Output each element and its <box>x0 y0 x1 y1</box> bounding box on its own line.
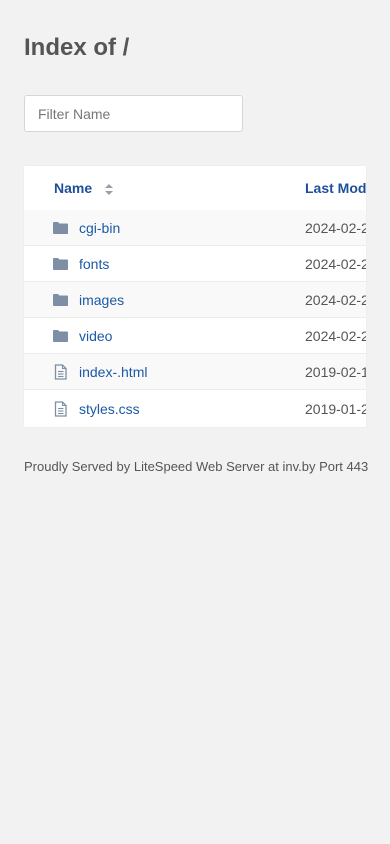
file-modified-date: 2019-02-1 <box>305 364 366 380</box>
name-column-header[interactable]: Name <box>54 180 92 196</box>
table-row[interactable]: video 2024-02-2 <box>24 318 366 354</box>
page-title: Index of / <box>24 34 130 61</box>
folder-icon <box>53 258 68 270</box>
last-modified-column-header[interactable]: Last Mod <box>305 180 366 196</box>
file-icon <box>54 364 67 380</box>
server-footer: Proudly Served by LiteSpeed Web Server a… <box>24 459 369 474</box>
table-row[interactable]: fonts 2024-02-2 <box>24 246 366 282</box>
directory-listing-page: Index of / Name Last Mod cgi-bin 2024-02… <box>0 0 390 844</box>
file-table: Name Last Mod cgi-bin 2024-02-2 fonts 20… <box>24 166 366 427</box>
folder-icon <box>53 294 68 306</box>
file-modified-date: 2024-02-2 <box>305 292 366 308</box>
table-row[interactable]: images 2024-02-2 <box>24 282 366 318</box>
file-link[interactable]: cgi-bin <box>79 220 120 236</box>
table-row[interactable]: cgi-bin 2024-02-2 <box>24 210 366 246</box>
filter-name-input[interactable] <box>24 95 243 132</box>
file-modified-date: 2024-02-2 <box>305 256 366 272</box>
folder-icon <box>53 330 68 342</box>
file-link[interactable]: video <box>79 328 112 344</box>
file-link[interactable]: images <box>79 292 124 308</box>
sort-icon[interactable] <box>104 184 114 195</box>
file-link[interactable]: index-.html <box>79 364 147 380</box>
file-modified-date: 2024-02-2 <box>305 220 366 236</box>
file-link[interactable]: styles.css <box>79 401 140 417</box>
file-modified-date: 2019-01-2 <box>305 401 366 417</box>
table-header: Name Last Mod <box>24 166 366 211</box>
table-row[interactable]: styles.css 2019-01-2 <box>24 390 366 427</box>
file-modified-date: 2024-02-2 <box>305 328 366 344</box>
file-link[interactable]: fonts <box>79 256 109 272</box>
file-icon <box>54 401 67 417</box>
folder-icon <box>53 222 68 234</box>
table-row[interactable]: index-.html 2019-02-1 <box>24 354 366 390</box>
